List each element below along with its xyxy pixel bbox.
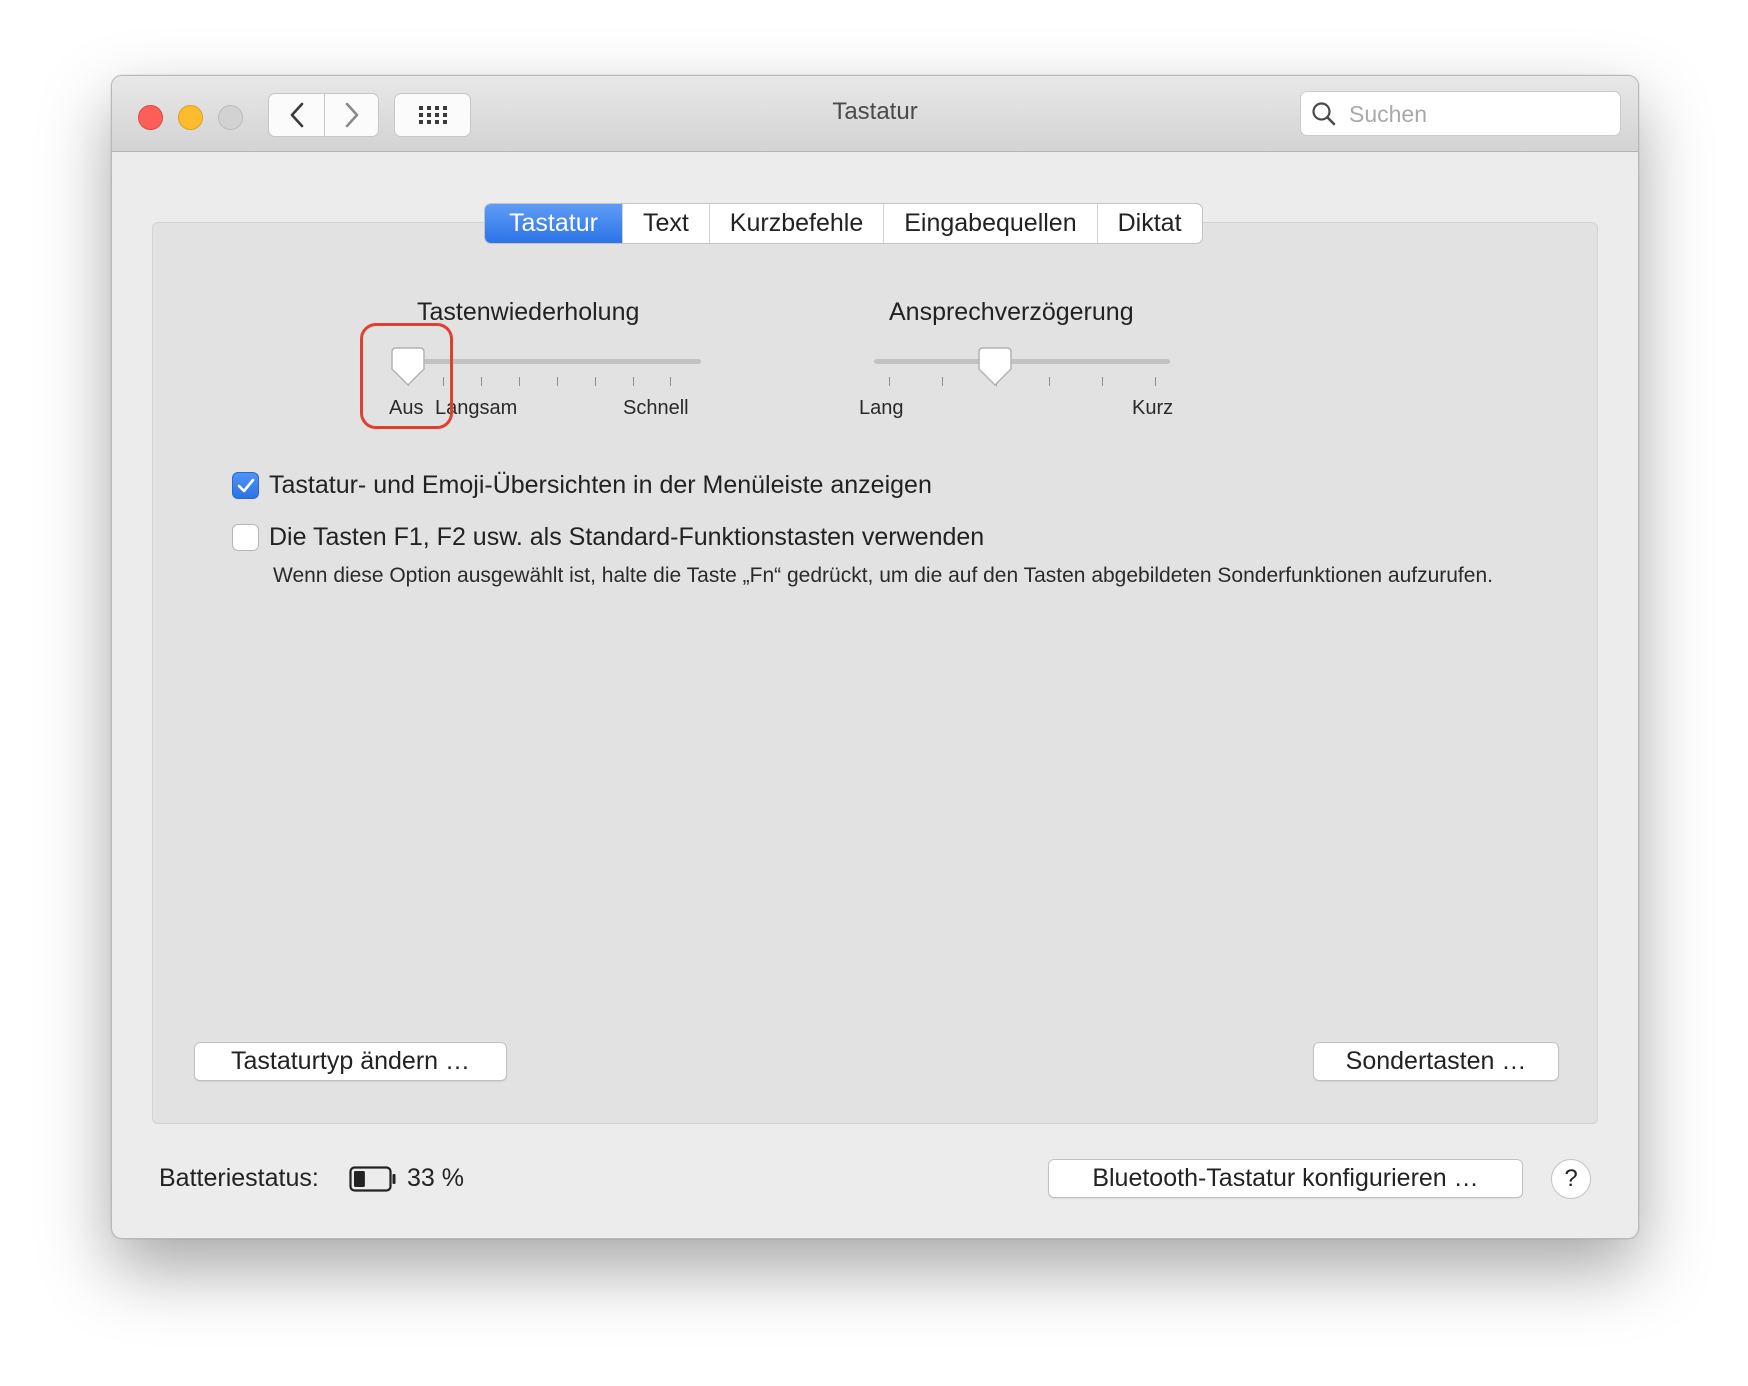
delay-until-repeat-track[interactable]	[874, 359, 1170, 364]
key-repeat-tick	[557, 377, 558, 386]
help-button[interactable]: ?	[1551, 1159, 1591, 1199]
key-repeat-tick	[633, 377, 634, 386]
fn-keys-checkbox[interactable]	[232, 524, 259, 551]
key-repeat-tick	[519, 377, 520, 386]
delay-until-repeat-tick	[889, 377, 890, 386]
preferences-window: Tastatur Tastatur Text Kurzbefehle Einga…	[111, 75, 1639, 1239]
search-input[interactable]	[1347, 98, 1611, 130]
delay-until-repeat-tick	[1155, 377, 1156, 386]
modifier-keys-button[interactable]: Sondertasten …	[1313, 1042, 1559, 1081]
fn-keys-label[interactable]: Die Tasten F1, F2 usw. als Standard-Funk…	[269, 523, 984, 552]
battery-fill	[354, 1171, 365, 1187]
delay-label-short: Kurz	[1132, 397, 1174, 419]
delay-until-repeat-tick	[1049, 377, 1050, 386]
tab-diktat[interactable]: Diktat	[1096, 204, 1202, 243]
tab-bar: Tastatur Text Kurzbefehle Eingabequellen…	[484, 203, 1203, 244]
tab-text[interactable]: Text	[621, 204, 709, 243]
search-icon	[1312, 102, 1336, 126]
delay-until-repeat-tick	[1102, 377, 1103, 386]
battery-percent: 33 %	[407, 1164, 464, 1192]
delay-until-repeat-tick	[942, 377, 943, 386]
key-repeat-tick	[481, 377, 482, 386]
delay-until-repeat-knob[interactable]	[978, 347, 1012, 387]
search-field[interactable]	[1300, 91, 1621, 136]
change-keyboard-type-button[interactable]: Tastaturtyp ändern …	[194, 1042, 507, 1081]
highlight-annotation	[360, 323, 453, 429]
show-viewers-label[interactable]: Tastatur- und Emoji-Übersichten in der M…	[269, 471, 932, 500]
title-bar: Tastatur	[112, 76, 1638, 152]
delay-label-long: Lang	[859, 397, 904, 419]
checkmark-icon	[237, 478, 254, 492]
key-repeat-label-fast: Schnell	[623, 397, 689, 419]
delay-until-repeat-title: Ansprechverzögerung	[889, 298, 1134, 326]
key-repeat-tick	[670, 377, 671, 386]
bluetooth-setup-button[interactable]: Bluetooth-Tastatur konfigurieren …	[1048, 1159, 1523, 1198]
fn-keys-note: Wenn diese Option ausgewählt ist, halte …	[273, 564, 1493, 587]
key-repeat-tick	[595, 377, 596, 386]
show-viewers-checkbox[interactable]	[232, 472, 259, 499]
battery-status-label: Batteriestatus:	[159, 1164, 319, 1192]
battery-icon	[349, 1166, 396, 1192]
tab-eingabequellen[interactable]: Eingabequellen	[883, 204, 1096, 243]
key-repeat-title: Tastenwiederholung	[417, 298, 640, 326]
tab-tastatur[interactable]: Tastatur	[485, 204, 622, 243]
tab-kurzbefehle[interactable]: Kurzbefehle	[708, 204, 883, 243]
